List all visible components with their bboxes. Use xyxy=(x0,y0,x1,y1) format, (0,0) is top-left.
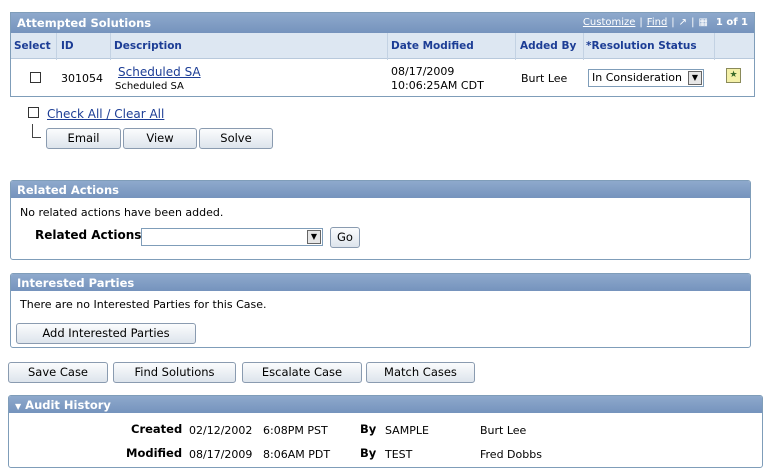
add-interested-parties-button[interactable]: Add Interested Parties xyxy=(16,323,196,344)
grid-title: Attempted Solutions xyxy=(17,16,152,30)
interested-parties-message: There are no Interested Parties for this… xyxy=(20,298,267,311)
created-label: Created xyxy=(131,422,183,436)
created-time: 6:08PM PST xyxy=(263,424,328,437)
row-select-checkbox[interactable] xyxy=(30,72,41,83)
grid-header: Attempted Solutions Customize | Find | ↗ | ▦ 1 … xyxy=(11,13,754,33)
related-actions-header: Related Actions xyxy=(11,181,750,198)
col-resolution-status: *Resolution Status xyxy=(586,40,697,52)
modified-date: 08/17/2009 xyxy=(189,448,253,461)
resolution-status-value: In Consideration xyxy=(592,71,682,84)
interested-parties-header: Interested Parties xyxy=(11,274,750,291)
download-icon[interactable]: ▦ xyxy=(698,17,707,28)
row-date: 08/17/2009 xyxy=(391,65,455,78)
customize-link[interactable]: Customize xyxy=(583,17,636,28)
row-added-by: Burt Lee xyxy=(521,72,568,85)
tree-connector xyxy=(32,124,41,138)
col-id: ID xyxy=(61,40,74,52)
solution-detail-icon[interactable]: ★ xyxy=(726,68,741,83)
dropdown-arrow-icon[interactable]: ▼ xyxy=(688,71,702,85)
modified-label: Modified xyxy=(126,446,183,460)
modified-by-user: TEST xyxy=(385,448,413,461)
grid-nav: Customize | Find | ↗ | ▦ 1 of 1 xyxy=(582,17,748,28)
attempted-solutions-grid: Attempted Solutions Customize | Find | ↗ | ▦ 1 … xyxy=(10,12,755,97)
interested-parties-section: Interested Parties There are no Interest… xyxy=(10,273,751,348)
collapse-arrow-icon[interactable]: ▼ xyxy=(15,402,21,411)
col-added-by: Added By xyxy=(520,40,577,52)
created-date: 02/12/2002 xyxy=(189,424,253,437)
created-by-name: Burt Lee xyxy=(480,424,527,437)
match-cases-button[interactable]: Match Cases xyxy=(366,362,475,383)
resolution-status-select[interactable]: In Consideration ▼ xyxy=(588,69,704,87)
go-button[interactable]: Go xyxy=(330,227,360,248)
view-button[interactable]: View xyxy=(123,128,197,149)
modified-by-name: Fred Dobbs xyxy=(480,448,542,461)
col-description: Description xyxy=(114,40,182,52)
col-select: Select xyxy=(14,40,51,52)
escalate-case-button[interactable]: Escalate Case xyxy=(242,362,362,383)
check-all-link[interactable]: Check All / Clear All xyxy=(47,107,164,121)
related-actions-label: Related Actions xyxy=(35,228,142,242)
modified-time: 8:06AM PDT xyxy=(263,448,331,461)
created-by-label: By xyxy=(360,422,377,436)
audit-history-title: Audit History xyxy=(25,398,111,412)
check-all-checkbox[interactable] xyxy=(28,107,39,118)
row-time: 10:06:25AM CDT xyxy=(391,79,484,92)
table-row: 301054 Scheduled SA Scheduled SA 08/17/2… xyxy=(11,60,754,96)
find-solutions-button[interactable]: Find Solutions xyxy=(113,362,236,383)
row-description-text: Scheduled SA xyxy=(115,81,184,92)
row-id: 301054 xyxy=(61,72,103,85)
find-link[interactable]: Find xyxy=(647,17,668,28)
related-actions-section: Related Actions No related actions have … xyxy=(10,180,751,260)
dropdown-arrow-icon[interactable]: ▼ xyxy=(307,230,321,244)
modified-by-label: By xyxy=(360,446,377,460)
created-by-user: SAMPLE xyxy=(385,424,429,437)
related-actions-message: No related actions have been added. xyxy=(20,206,224,219)
zoom-icon[interactable]: ↗ xyxy=(679,17,687,28)
audit-history-header[interactable]: ▼ Audit History xyxy=(9,396,762,413)
related-actions-select[interactable]: ▼ xyxy=(141,228,323,246)
save-case-button[interactable]: Save Case xyxy=(8,362,108,383)
col-date-modified: Date Modified xyxy=(391,40,474,52)
grid-count: 1 of 1 xyxy=(715,17,748,28)
row-description-link[interactable]: Scheduled SA xyxy=(118,65,201,79)
solve-button[interactable]: Solve xyxy=(199,128,273,149)
column-headers: Select ID Description Date Modified Adde… xyxy=(11,33,754,59)
email-button[interactable]: Email xyxy=(46,128,121,149)
